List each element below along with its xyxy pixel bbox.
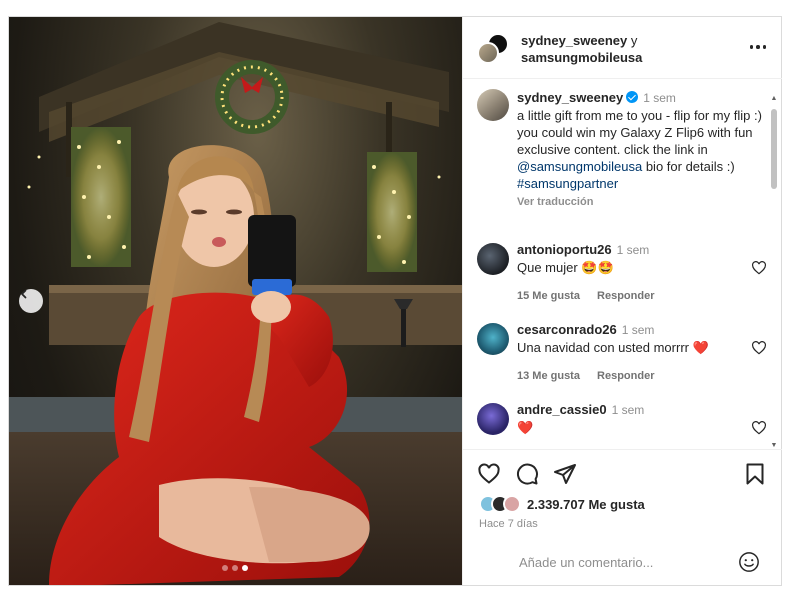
comment-likes[interactable]: 15 Me gusta [517, 290, 580, 302]
comment-text: ❤️ [517, 420, 534, 435]
more-horizontal-icon [749, 45, 754, 49]
emoji-smile-icon[interactable] [738, 551, 760, 573]
carousel-indicator [222, 565, 248, 571]
comment-item: andre_cassie0 1 sem ❤️ [477, 401, 767, 449]
header-username-2[interactable]: samsungmobileusa [521, 49, 642, 66]
carousel-dot-active [242, 565, 248, 571]
comment-like-heart-icon[interactable] [751, 420, 767, 436]
avatar[interactable] [477, 89, 509, 121]
add-comment-bar [463, 539, 782, 585]
caption-text-end: bio for details :) [645, 159, 735, 174]
comment-text: Que mujer 🤩🤩 [517, 260, 614, 275]
collab-usernames: sydney_sweeney y samsungmobileusa [521, 32, 642, 66]
share-icon[interactable] [553, 462, 577, 486]
caption-mention-link[interactable]: @samsungmobileusa [517, 159, 642, 174]
caption-time[interactable]: 1 sem [643, 91, 676, 105]
carousel-dot [222, 565, 228, 571]
carousel-dot [232, 565, 238, 571]
avatar[interactable] [477, 403, 509, 435]
comment-username[interactable]: antonioportu26 [517, 242, 612, 257]
more-horizontal-icon [762, 45, 767, 49]
comment-time[interactable]: 1 sem [622, 323, 655, 337]
comments-scrollbar[interactable]: ▲ ▼ [769, 95, 779, 450]
likes-count[interactable]: 2.339.707 Me gusta [527, 497, 645, 512]
post-side-panel: sydney_sweeney y samsungmobileusa sydney… [462, 17, 782, 585]
avatar-sydney-sweeney [477, 42, 499, 64]
comment-username[interactable]: andre_cassie0 [517, 402, 607, 417]
comment-username[interactable]: cesarconrado26 [517, 322, 617, 337]
comments-list[interactable]: sydney_sweeney 1 sem a little gift from m… [463, 79, 782, 449]
avatar [503, 495, 521, 513]
caption-hashtag-link[interactable]: #samsungpartner [517, 176, 618, 191]
more-options-button[interactable] [746, 39, 770, 55]
comment-item: cesarconrado26 1 sem Una navidad con uste… [477, 321, 767, 391]
verified-badge-icon [626, 91, 639, 103]
post-caption: sydney_sweeney 1 sem a little gift from m… [477, 89, 767, 211]
scrollbar-thumb[interactable] [771, 109, 777, 189]
comment-time[interactable]: 1 sem [612, 403, 645, 417]
carousel-prev-button[interactable] [19, 289, 43, 313]
chevron-left-icon [21, 289, 27, 299]
comment-icon[interactable] [515, 462, 539, 486]
post-timestamp[interactable]: Hace 7 días [479, 518, 538, 530]
reply-button[interactable]: Responder [597, 290, 654, 302]
comment-likes[interactable]: 13 Me gusta [517, 370, 580, 382]
avatar[interactable] [477, 323, 509, 355]
comment-like-heart-icon[interactable] [751, 340, 767, 356]
collab-avatars[interactable] [477, 33, 511, 65]
more-horizontal-icon [756, 45, 760, 49]
comment-input[interactable] [519, 551, 719, 573]
instagram-post-modal: sydney_sweeney y samsungmobileusa sydney… [8, 16, 782, 586]
caption-text: a little gift from me to you - flip for … [517, 108, 762, 157]
comment-like-heart-icon[interactable] [751, 260, 767, 276]
post-header: sydney_sweeney y samsungmobileusa [463, 17, 782, 79]
header-username-1[interactable]: sydney_sweeney [521, 33, 627, 48]
reply-button[interactable]: Responder [597, 370, 654, 382]
post-photo[interactable] [9, 17, 462, 585]
likes-summary[interactable]: 2.339.707 Me gusta [479, 495, 645, 513]
comment-time[interactable]: 1 sem [617, 243, 650, 257]
photo-illustration [9, 22, 462, 585]
heart-icon[interactable] [477, 462, 501, 486]
comment-item: antonioportu26 1 sem Que mujer 🤩🤩 15 Me g… [477, 241, 767, 311]
post-actions: 2.339.707 Me gusta Hace 7 días [463, 449, 782, 539]
see-translation-link[interactable]: Ver traducción [517, 194, 767, 211]
comment-text: Una navidad con usted morrrr ❤️ [517, 340, 709, 355]
scroll-up-arrow-icon[interactable]: ▲ [770, 95, 778, 103]
avatar[interactable] [477, 243, 509, 275]
caption-username[interactable]: sydney_sweeney [517, 90, 623, 105]
bookmark-icon[interactable] [743, 462, 767, 486]
header-conjunction: y [630, 33, 638, 48]
